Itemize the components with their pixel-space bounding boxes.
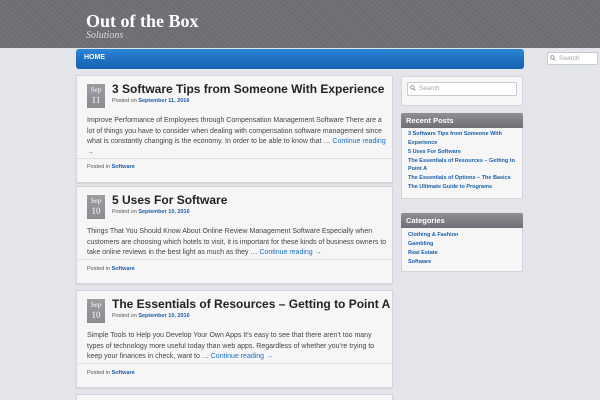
post-meta: Posted on September 10, 2016: [112, 313, 190, 319]
post-title[interactable]: The Essentials of Resources – Getting to…: [112, 297, 390, 311]
post-category: Posted in Software: [87, 370, 135, 376]
post-date-badge: Sep 10: [87, 195, 105, 219]
post-date-badge: Sep 11: [87, 84, 105, 108]
post-category-prefix: Posted in: [87, 164, 110, 170]
post-month: Sep: [90, 86, 102, 94]
recent-posts-title: Recent Posts: [401, 113, 523, 128]
recent-post-link[interactable]: 5 Uses For Software: [408, 148, 518, 157]
recent-post-link[interactable]: The Essentials of Resources – Getting to…: [408, 157, 518, 175]
post-category-prefix: Posted in: [87, 266, 110, 272]
sidebar-search-placeholder: Search: [419, 85, 440, 92]
post-category: Posted in Software: [87, 164, 135, 170]
post-month: Sep: [90, 301, 102, 309]
post-title[interactable]: 3 Software Tips from Someone With Experi…: [112, 82, 384, 96]
post-divider: [77, 259, 392, 260]
category-link[interactable]: Real Estate: [408, 249, 518, 258]
post-article: Sep 10 5 Uses For Software Posted on Sep…: [76, 186, 393, 284]
category-link[interactable]: Clothing & Fashion: [408, 231, 518, 240]
categories-list: Clothing & Fashion Gambling Real Estate …: [408, 231, 518, 267]
search-widget: Search: [401, 76, 523, 106]
post-date-badge: Sep 10: [87, 299, 105, 323]
nav-search-input[interactable]: Search: [547, 52, 598, 65]
post-day: 10: [91, 206, 101, 216]
nav-home-link[interactable]: HOME: [84, 54, 105, 61]
main-navigation: HOME Search: [76, 49, 598, 69]
post-article: Sep 10 The Essentials of Resources – Get…: [76, 290, 393, 388]
post-category-prefix: Posted in: [87, 370, 110, 376]
post-category-link[interactable]: Software: [111, 266, 134, 272]
post-day: 11: [91, 95, 101, 105]
post-meta-prefix: Posted on: [112, 98, 137, 104]
site-description: Solutions: [86, 30, 124, 41]
post-month: Sep: [90, 197, 102, 205]
category-link[interactable]: Software: [408, 258, 518, 267]
categories-title: Categories: [401, 213, 523, 228]
post-meta: Posted on September 10, 2016: [112, 209, 190, 215]
continue-reading-link[interactable]: Continue reading →: [211, 353, 273, 360]
recent-posts-list: 3 Software Tips from Someone With Experi…: [408, 130, 518, 192]
nav-search-placeholder: Search: [559, 55, 580, 62]
post-meta-prefix: Posted on: [112, 209, 137, 215]
post-divider: [77, 363, 392, 364]
post-meta: Posted on September 11, 2016: [112, 98, 189, 104]
post-date-link[interactable]: September 10, 2016: [138, 313, 189, 319]
recent-post-link[interactable]: The Essentials of Options – The Basics: [408, 174, 518, 183]
recent-post-link[interactable]: The Ultimate Guide to Programs: [408, 183, 518, 192]
recent-post-link[interactable]: 3 Software Tips from Someone With Experi…: [408, 130, 518, 148]
category-link[interactable]: Gambling: [408, 240, 518, 249]
post-excerpt-text: Things That You Should Know About Online…: [87, 228, 387, 256]
post-category-link[interactable]: Software: [111, 370, 134, 376]
post-excerpt: Things That You Should Know About Online…: [87, 227, 387, 259]
site-header: Out of the Box Solutions: [0, 0, 600, 48]
post-meta-prefix: Posted on: [112, 313, 137, 319]
search-icon: [410, 85, 416, 91]
post-excerpt: Simple Tools to Help you Develop Your Ow…: [87, 331, 387, 363]
post-day: 10: [91, 310, 101, 320]
post-date-link[interactable]: September 11, 2016: [138, 98, 189, 104]
post-date-link[interactable]: September 10, 2016: [138, 209, 189, 215]
post-category-link[interactable]: Software: [111, 164, 134, 170]
post-category: Posted in Software: [87, 266, 135, 272]
site-title[interactable]: Out of the Box: [86, 11, 199, 32]
post-excerpt: Improve Performance of Employees through…: [87, 116, 387, 158]
post-divider: [77, 158, 392, 159]
post-article: Sep 11 3 Software Tips from Someone With…: [76, 75, 393, 183]
sidebar-search-input[interactable]: Search: [407, 82, 517, 96]
post-article: [76, 394, 393, 400]
search-icon: [550, 55, 556, 61]
continue-reading-link[interactable]: Continue reading →: [259, 249, 321, 256]
post-title[interactable]: 5 Uses For Software: [112, 193, 227, 207]
